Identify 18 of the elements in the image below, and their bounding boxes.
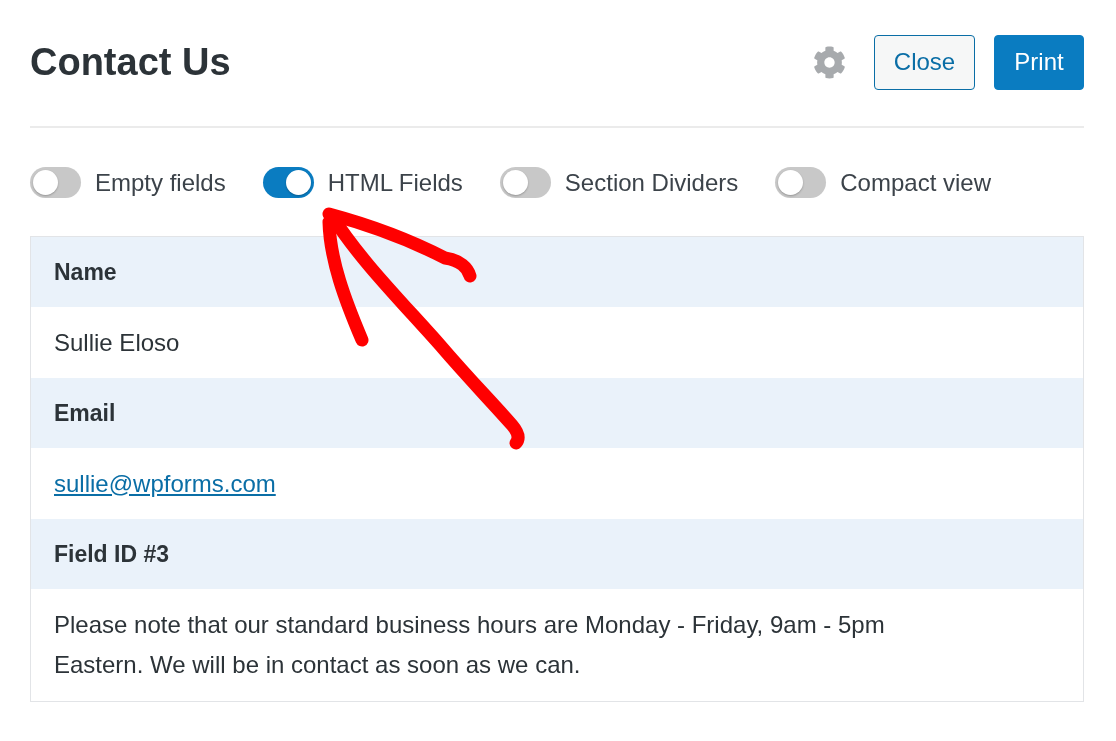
toggle-switch[interactable]	[262, 167, 314, 198]
toggle-switch[interactable]	[499, 167, 551, 198]
email-link[interactable]: sullie@wpforms.com	[54, 468, 276, 499]
toggle-label: Compact view	[840, 170, 991, 195]
close-button[interactable]: Close	[874, 34, 975, 90]
toggle-label: Section Dividers	[564, 170, 739, 195]
field-value: Please note that our standard business hours are Monday - Friday, 9am - 5pm Eastern. We will be in contact as soon as we can.	[54, 610, 886, 680]
toggle-switch[interactable]	[30, 167, 81, 198]
toggle-switch[interactable]	[775, 167, 827, 198]
toggle-label: Empty fields	[95, 170, 226, 195]
field-label: Email	[54, 401, 116, 425]
settings-icon[interactable]	[813, 45, 846, 79]
field-label: Field ID #3	[54, 542, 170, 566]
print-button[interactable]: Print	[994, 34, 1084, 90]
field-label: Name	[54, 260, 117, 284]
field-value: Sullie Eloso	[54, 327, 180, 358]
toggle-label: HTML Fields	[327, 170, 463, 195]
page-title: Contact Us	[30, 43, 231, 81]
